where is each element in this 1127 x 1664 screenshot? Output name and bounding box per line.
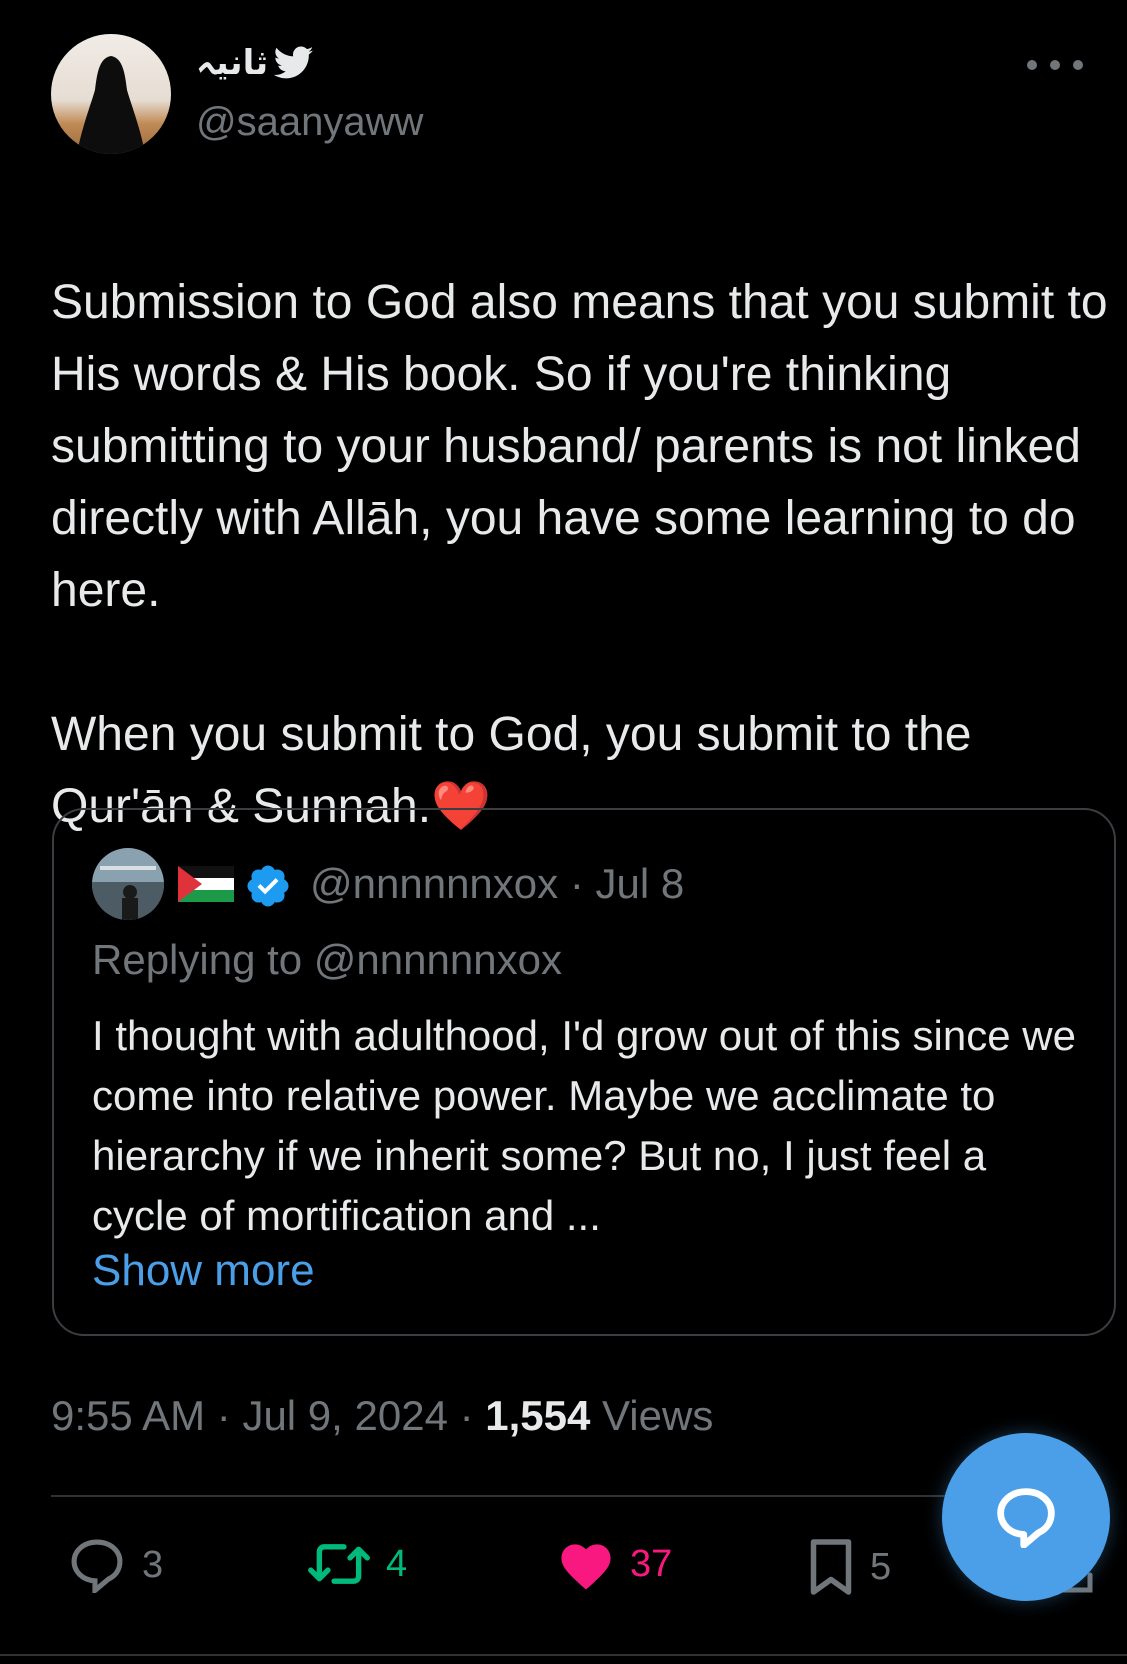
- quoted-tweet-card[interactable]: @nnnnnnxox · Jul 8 Replying to @nnnnnnxo…: [52, 808, 1116, 1336]
- reply-icon: [71, 1539, 123, 1593]
- retweet-count: 4: [386, 1542, 408, 1585]
- tweet-date[interactable]: Jul 9, 2024: [242, 1392, 448, 1439]
- bird-icon: [274, 45, 314, 78]
- tweet-time[interactable]: 9:55 AM: [51, 1392, 205, 1439]
- compose-reply-button[interactable]: [942, 1433, 1110, 1601]
- quoted-handle[interactable]: @nnnnnnxox: [310, 860, 558, 907]
- replying-prefix: Replying to: [92, 936, 314, 983]
- author-avatar[interactable]: [51, 34, 171, 154]
- quoted-meta: @nnnnnnxox · Jul 8: [310, 860, 684, 908]
- more-icon[interactable]: [1027, 58, 1083, 72]
- author-name-row[interactable]: ثانیہ: [196, 42, 314, 83]
- tweet-text: Submission to God also means that you su…: [51, 195, 1111, 843]
- reply-button[interactable]: 3: [66, 1537, 163, 1593]
- tweet-meta: 9:55 AM · Jul 9, 2024 · 1,554 Views: [51, 1392, 713, 1440]
- replying-to: Replying to @nnnnnnxox: [92, 936, 562, 984]
- replying-handle[interactable]: @nnnnnnxox: [314, 936, 562, 983]
- show-more-link[interactable]: Show more: [92, 1246, 315, 1296]
- bottom-divider: [0, 1654, 1127, 1656]
- retweet-button[interactable]: 4: [306, 1537, 407, 1591]
- views-count[interactable]: 1,554: [485, 1392, 590, 1439]
- palestine-flag-icon: [178, 866, 234, 902]
- verified-badge-icon: [244, 862, 292, 910]
- views-label: Views: [602, 1392, 714, 1439]
- tweet-paragraph-1: Submission to God also means that you su…: [51, 276, 1108, 617]
- quoted-date[interactable]: Jul 8: [595, 860, 684, 907]
- quoted-separator: ·: [558, 860, 596, 907]
- retweet-icon: [308, 1544, 370, 1584]
- bookmark-count: 5: [870, 1545, 892, 1588]
- bookmark-button[interactable]: 5: [806, 1537, 891, 1597]
- like-count: 37: [630, 1542, 673, 1585]
- reply-count: 3: [142, 1543, 164, 1586]
- quoted-text: I thought with adulthood, I'd grow out o…: [92, 1012, 1076, 1239]
- quoted-author-avatar[interactable]: [92, 848, 164, 920]
- meta-separator-2: ·: [447, 1392, 486, 1439]
- like-button[interactable]: 37: [556, 1537, 672, 1591]
- compose-reply-icon: [997, 1488, 1055, 1548]
- divider: [51, 1495, 1091, 1497]
- heart-icon: [561, 1544, 611, 1590]
- author-display-name[interactable]: ثانیہ: [196, 42, 268, 83]
- meta-separator-1: ·: [205, 1392, 243, 1439]
- author-handle[interactable]: @saanyaww: [196, 100, 423, 145]
- bookmark-icon: [810, 1539, 852, 1595]
